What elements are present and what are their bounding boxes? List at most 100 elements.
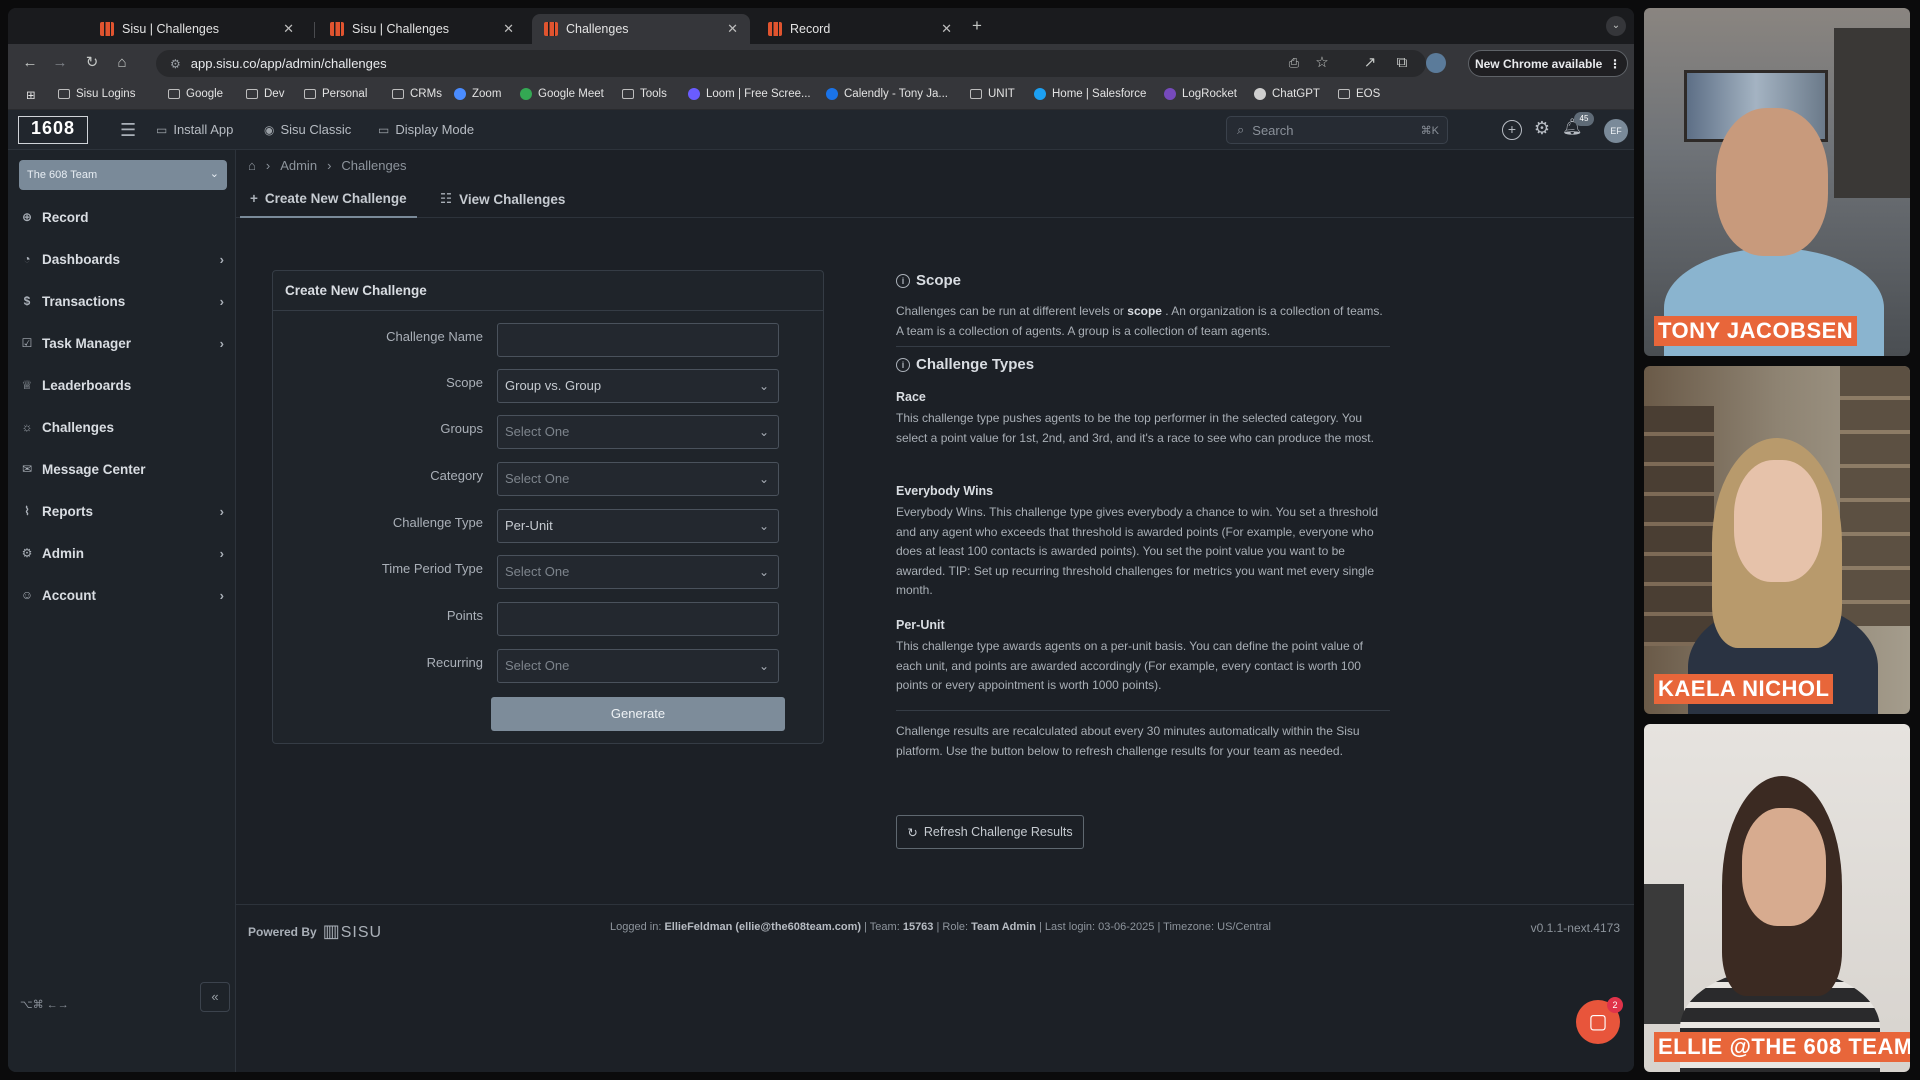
bookmark-zoom[interactable]: Zoom bbox=[454, 88, 501, 100]
bookmark-folder[interactable]: Dev bbox=[246, 88, 284, 100]
bookmark-star-icon[interactable]: ☆ bbox=[1312, 53, 1332, 73]
groups-select[interactable]: Select One ⌄ bbox=[497, 415, 779, 449]
chevron-down-icon: ⌄ bbox=[758, 379, 769, 393]
sidebar-item-record[interactable]: ⊕ Record bbox=[20, 202, 232, 232]
bookmark-calendly[interactable]: Calendly - Tony Ja... bbox=[826, 88, 948, 100]
browser-tab[interactable]: Sisu | Challenges ✕ bbox=[88, 14, 306, 44]
install-app-link[interactable]: ▭ Install App bbox=[156, 122, 233, 137]
browser-tab[interactable]: Record ✕ bbox=[756, 14, 964, 44]
challenge-name-label: Challenge Name bbox=[386, 329, 483, 344]
generate-button[interactable]: Generate bbox=[491, 697, 785, 731]
form-title: Create New Challenge bbox=[273, 271, 823, 311]
close-icon[interactable]: ✕ bbox=[941, 21, 952, 37]
breadcrumb-admin[interactable]: Admin bbox=[280, 158, 317, 173]
home-icon[interactable]: ⌂ bbox=[112, 53, 132, 73]
tab-view-challenges[interactable]: ☷ View Challenges bbox=[430, 180, 575, 218]
team-select[interactable]: The 608 Team ⌄ bbox=[19, 160, 227, 190]
tab-search-icon[interactable]: ⌄ bbox=[1606, 16, 1626, 36]
sisu-classic-link[interactable]: ◉ Sisu Classic bbox=[264, 122, 351, 137]
close-icon[interactable]: ✕ bbox=[503, 21, 514, 37]
browser-tab[interactable]: Sisu | Challenges ✕ bbox=[318, 14, 526, 44]
everybody-wins-heading: Everybody Wins bbox=[896, 484, 994, 498]
checkbox-icon: ☑ bbox=[21, 336, 33, 350]
forward-icon[interactable]: → bbox=[50, 53, 70, 73]
category-select[interactable]: Select One ⌄ bbox=[497, 462, 779, 496]
scope-select[interactable]: Group vs. Group ⌄ bbox=[497, 369, 779, 403]
avatar[interactable]: EF bbox=[1604, 119, 1628, 143]
bookmark-salesforce[interactable]: Home | Salesforce bbox=[1034, 88, 1146, 100]
per-unit-heading: Per-Unit bbox=[896, 618, 945, 632]
new-chrome-available-button[interactable]: New Chrome available ⋮ bbox=[1468, 50, 1628, 77]
folder-icon bbox=[304, 89, 316, 99]
user-icon: ☺ bbox=[20, 588, 34, 602]
back-icon[interactable]: ← bbox=[20, 53, 40, 73]
challenge-type-select[interactable]: Per-Unit ⌄ bbox=[497, 509, 779, 543]
sidebar: The 608 Team ⌄ ⊕ Record ◔ Dashboards › $ Tra… bbox=[8, 150, 236, 1072]
scope-label: Scope bbox=[446, 375, 483, 390]
app-version: v0.1.1-next.4173 bbox=[1530, 921, 1620, 935]
sidebar-item-transactions[interactable]: $ Transactions › bbox=[20, 286, 232, 316]
bookmark-loom[interactable]: Loom | Free Scree... bbox=[688, 88, 811, 100]
bookmark-google-meet[interactable]: Google Meet bbox=[520, 88, 604, 100]
logrocket-icon bbox=[1164, 88, 1176, 100]
sidebar-item-task-manager[interactable]: ☑ Task Manager › bbox=[20, 328, 232, 358]
app-top-nav: 1608 ☰ ▭ Install App ◉ Sisu Classic ▭ Displ… bbox=[8, 110, 1634, 150]
dollar-icon: $ bbox=[23, 294, 31, 308]
team-logo[interactable]: 1608 bbox=[18, 116, 88, 144]
chat-button[interactable]: ▢ 2 bbox=[1576, 997, 1623, 1044]
gear-icon[interactable]: ⚙ bbox=[1532, 119, 1552, 140]
chatgpt-icon bbox=[1254, 88, 1266, 100]
collapse-sidebar-button[interactable]: « bbox=[200, 982, 230, 1012]
reload-icon[interactable]: ↻ bbox=[82, 53, 102, 73]
bookmark-folder[interactable]: CRMs bbox=[392, 88, 442, 100]
hamburger-menu-icon[interactable]: ☰ bbox=[120, 120, 136, 141]
chevron-right-icon: › bbox=[219, 587, 224, 603]
plus-circle-icon: ⊕ bbox=[21, 210, 33, 224]
bookmark-folder[interactable]: EOS bbox=[1338, 88, 1380, 100]
create-challenge-form: Create New Challenge Challenge Name Scop… bbox=[272, 270, 824, 744]
sidebar-item-message-center[interactable]: ✉ Message Center bbox=[20, 454, 232, 484]
video-tile: ELLIE @THE 608 TEAM bbox=[1644, 724, 1910, 1072]
site-settings-icon[interactable]: ⚙ bbox=[170, 57, 181, 71]
close-icon[interactable]: ✕ bbox=[727, 21, 738, 37]
bookmark-logrocket[interactable]: LogRocket bbox=[1164, 88, 1237, 100]
apps-icon[interactable]: ⊞ bbox=[26, 88, 36, 102]
share-icon[interactable]: ↗ bbox=[1360, 53, 1380, 73]
per-unit-description: This challenge type awards agents on a p… bbox=[896, 639, 1363, 692]
browser-tab-active[interactable]: Challenges ✕ bbox=[532, 14, 750, 44]
points-input[interactable] bbox=[497, 602, 779, 636]
display-mode-link[interactable]: ▭ Display Mode bbox=[378, 122, 474, 137]
home-icon[interactable]: ⌂ bbox=[248, 158, 256, 173]
refresh-challenge-results-button[interactable]: ↻ Refresh Challenge Results bbox=[896, 815, 1084, 849]
tab-create-new-challenge[interactable]: + Create New Challenge bbox=[240, 180, 417, 218]
bookmark-folder[interactable]: Sisu Logins bbox=[58, 88, 135, 100]
address-bar[interactable]: ⚙ app.sisu.co/app/admin/challenges bbox=[156, 50, 1426, 77]
monitor-icon: ▭ bbox=[156, 122, 168, 137]
chat-badge: 2 bbox=[1607, 997, 1623, 1013]
sidebar-item-admin[interactable]: ⚙ Admin › bbox=[20, 538, 232, 568]
time-period-type-select[interactable]: Select One ⌄ bbox=[497, 555, 779, 589]
sidebar-item-account[interactable]: ☺ Account › bbox=[20, 580, 232, 610]
install-icon[interactable]: ⎙ bbox=[1284, 53, 1304, 73]
extensions-icon[interactable]: ⧉ bbox=[1392, 53, 1412, 73]
bookmark-chatgpt[interactable]: ChatGPT bbox=[1254, 88, 1320, 100]
sidebar-item-reports[interactable]: ⌇ Reports › bbox=[20, 496, 232, 526]
folder-icon bbox=[58, 89, 70, 99]
sidebar-item-leaderboards[interactable]: ♕ Leaderboards bbox=[20, 370, 232, 400]
sidebar-item-challenges[interactable]: ☼ Challenges bbox=[20, 412, 232, 442]
bookmark-folder[interactable]: UNIT bbox=[970, 88, 1015, 100]
recurring-select[interactable]: Select One ⌄ bbox=[497, 649, 779, 683]
new-tab-icon[interactable]: + bbox=[972, 16, 982, 36]
bookmark-folder[interactable]: Tools bbox=[622, 88, 667, 100]
race-heading: Race bbox=[896, 390, 926, 404]
add-icon[interactable]: + bbox=[1502, 120, 1522, 140]
search-input[interactable]: ⌕ Search ⌘K bbox=[1226, 116, 1448, 144]
bookmark-folder[interactable]: Personal bbox=[304, 88, 367, 100]
challenge-name-input[interactable] bbox=[497, 323, 779, 357]
sidebar-item-dashboards[interactable]: ◔ Dashboards › bbox=[20, 244, 232, 274]
profile-avatar[interactable] bbox=[1426, 53, 1446, 73]
video-tile: TONY JACOBSEN bbox=[1644, 8, 1910, 356]
powered-by: Powered By ▥SISU bbox=[248, 921, 383, 941]
bookmark-folder[interactable]: Google bbox=[168, 88, 223, 100]
close-icon[interactable]: ✕ bbox=[283, 21, 294, 37]
